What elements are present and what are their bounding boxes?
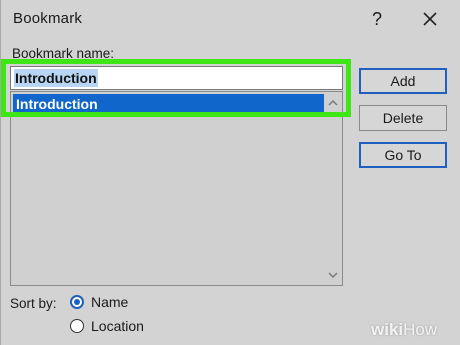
scroll-up-button[interactable] <box>325 93 341 111</box>
list-item[interactable]: Introduction <box>13 94 324 113</box>
title-bar: Bookmark ? <box>1 0 460 40</box>
sort-by-label: Sort by: <box>10 296 57 311</box>
close-button[interactable] <box>413 4 447 34</box>
dialog-title: Bookmark <box>13 10 83 27</box>
list-scrollbar[interactable] <box>325 93 341 284</box>
scroll-down-button[interactable] <box>325 266 341 284</box>
chevron-down-icon <box>328 272 338 278</box>
go-to-button[interactable]: Go To <box>359 142 447 168</box>
delete-button[interactable]: Delete <box>359 105 447 131</box>
bookmark-dialog: Bookmark ? Bookmark name: Introduction I… <box>0 0 460 345</box>
bookmark-name-value: Introduction <box>14 69 98 87</box>
wikihow-watermark: wikiHow <box>371 320 460 345</box>
add-button[interactable]: Add <box>359 68 447 94</box>
sort-by-name-radio[interactable] <box>70 295 84 309</box>
bookmark-name-label: Bookmark name: <box>12 46 115 61</box>
sort-by-name-label[interactable]: Name <box>91 294 128 310</box>
help-button[interactable]: ? <box>361 4 393 34</box>
sort-by-location-radio[interactable] <box>70 319 84 333</box>
bookmark-name-input[interactable]: Introduction <box>10 66 343 90</box>
bookmark-list[interactable]: Introduction <box>10 91 343 286</box>
sort-by-location-label[interactable]: Location <box>91 318 144 334</box>
chevron-up-icon <box>328 99 338 105</box>
watermark-part1: wiki <box>371 320 404 339</box>
close-icon <box>423 12 437 26</box>
watermark-part2: How <box>403 320 438 339</box>
